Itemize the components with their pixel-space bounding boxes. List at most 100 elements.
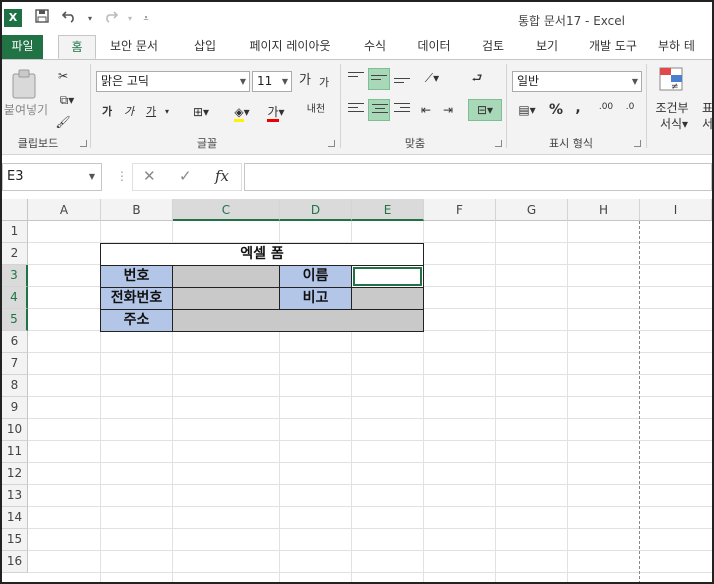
column-header-b[interactable]: B [101, 199, 173, 221]
increase-indent-icon[interactable]: ⇥ [438, 100, 458, 120]
underline-dropdown-icon[interactable]: ▾ [162, 102, 172, 122]
number-label-cell[interactable]: 번호 [100, 265, 173, 288]
tab-load-test[interactable]: 부하 테 [658, 35, 712, 59]
row-header-15[interactable]: 15 [2, 529, 28, 551]
tab-data[interactable]: 데이터 [408, 35, 460, 59]
font-size-combo[interactable]: 11 ▼ [252, 71, 292, 92]
customize-quick-access-icon[interactable]: ⩡ [136, 9, 156, 29]
tab-review[interactable]: 검토 [472, 35, 514, 59]
row-header-13[interactable]: 13 [2, 485, 28, 507]
cancel-icon[interactable]: ✕ [143, 167, 156, 185]
tab-file[interactable]: 파일 [2, 35, 43, 59]
note-input-cell[interactable] [351, 287, 424, 310]
phone-input-cell[interactable] [172, 287, 280, 310]
align-top-icon[interactable] [346, 68, 366, 88]
row-header-6[interactable]: 6 [2, 331, 28, 353]
fill-color-icon[interactable]: ◈▾ [226, 102, 258, 122]
clipboard-launcher-icon[interactable] [80, 140, 87, 147]
form-title-cell[interactable]: 엑셀 폼 [100, 243, 424, 266]
font-color-button[interactable]: 가▾ [260, 102, 292, 122]
tab-view[interactable]: 보기 [526, 35, 568, 59]
borders-icon[interactable]: ⊞▾ [186, 102, 216, 122]
font-name-combo[interactable]: 맑은 고딕 ▼ [96, 71, 250, 92]
row-header-10[interactable]: 10 [2, 419, 28, 441]
row-header-12[interactable]: 12 [2, 463, 28, 485]
tab-formulas[interactable]: 수식 [354, 35, 396, 59]
name-input-cell-active[interactable] [353, 267, 422, 286]
tab-home[interactable]: 홈 [58, 35, 96, 59]
row-header-9[interactable]: 9 [2, 397, 28, 419]
insert-function-icon[interactable]: fx [215, 167, 229, 185]
formula-input[interactable] [244, 163, 712, 191]
row-header-8[interactable]: 8 [2, 375, 28, 397]
conditional-format-line2[interactable]: 서식▾ [652, 114, 696, 134]
row-header-2[interactable]: 2 [2, 243, 28, 265]
enter-icon[interactable]: ✓ [179, 167, 192, 185]
column-header-i[interactable]: I [640, 199, 712, 221]
conditional-format-icon[interactable]: ≠ [658, 66, 686, 94]
select-all-corner[interactable] [2, 199, 28, 221]
shrink-font-button[interactable]: 가 [316, 73, 332, 93]
row-header-3[interactable]: 3 [2, 265, 28, 287]
row-header-5[interactable]: 5 [2, 309, 28, 331]
paste-button[interactable]: 붙여넣기 [2, 100, 50, 120]
column-header-e[interactable]: E [352, 199, 424, 221]
align-bottom-icon[interactable] [392, 68, 412, 88]
orientation-icon[interactable]: ⟋▾ [418, 68, 446, 88]
percent-button[interactable]: % [546, 100, 566, 120]
cut-icon[interactable]: ✂ [52, 66, 74, 86]
name-label-cell[interactable]: 이름 [279, 265, 352, 288]
note-label-cell[interactable]: 비고 [279, 287, 352, 310]
format-painter-icon[interactable]: 🖌 [52, 112, 74, 132]
column-header-d[interactable]: D [280, 199, 352, 221]
address-input-cell[interactable] [172, 309, 424, 332]
row-header-1[interactable]: 1 [2, 221, 28, 243]
number-input-cell[interactable] [172, 265, 280, 288]
align-left-icon[interactable] [346, 100, 366, 120]
row-header-14[interactable]: 14 [2, 507, 28, 529]
font-launcher-icon[interactable] [328, 140, 335, 147]
redo-icon[interactable] [100, 9, 120, 29]
align-right-icon[interactable] [392, 100, 412, 120]
align-middle-icon[interactable] [368, 68, 390, 90]
underline-button[interactable]: 가 [142, 102, 160, 122]
increase-decimal-button[interactable]: .00 [596, 100, 616, 120]
column-header-c[interactable]: C [173, 199, 280, 221]
bold-button[interactable]: 가 [98, 102, 116, 122]
undo-dropdown-icon[interactable]: ▾ [80, 9, 100, 29]
undo-icon[interactable] [60, 9, 80, 29]
tab-developer[interactable]: 개발 도구 [580, 35, 646, 59]
alignment-launcher-icon[interactable] [495, 140, 502, 147]
phone-label-cell[interactable]: 전화번호 [100, 287, 173, 310]
comma-button[interactable]: , [570, 98, 586, 118]
phonetic-button[interactable]: 내천 [302, 100, 330, 120]
merge-center-icon[interactable]: ⊟▾ [468, 99, 502, 121]
row-header-4[interactable]: 4 [2, 287, 28, 309]
column-header-g[interactable]: G [496, 199, 568, 221]
format-as-table-line2[interactable]: 서식 [702, 114, 712, 134]
address-label-cell[interactable]: 주소 [100, 309, 173, 332]
grow-font-button[interactable]: 가 [296, 71, 314, 91]
tab-security-document[interactable]: 보안 문서 [98, 35, 170, 59]
number-format-combo[interactable]: 일반 ▼ [512, 71, 642, 92]
column-header-f[interactable]: F [424, 199, 496, 221]
name-box[interactable]: E3 ▼ [2, 163, 102, 191]
wrap-text-icon[interactable]: ⮐ [466, 68, 488, 88]
paste-icon[interactable] [10, 68, 40, 100]
number-launcher-icon[interactable] [634, 140, 641, 147]
row-header-16[interactable]: 16 [2, 551, 28, 573]
worksheet-grid[interactable]: A B C D E F G H I 1 2 3 4 5 6 7 8 9 10 1… [2, 199, 712, 582]
italic-button[interactable]: 가 [120, 102, 138, 122]
tab-page-layout[interactable]: 페이지 레이아웃 [238, 35, 342, 59]
row-header-11[interactable]: 11 [2, 441, 28, 463]
tab-insert[interactable]: 삽입 [184, 35, 226, 59]
column-header-h[interactable]: H [568, 199, 640, 221]
decrease-indent-icon[interactable]: ⇤ [416, 100, 436, 120]
column-header-a[interactable]: A [28, 199, 101, 221]
decrease-decimal-button[interactable]: .0 [620, 100, 640, 120]
save-icon[interactable] [32, 9, 52, 29]
accounting-format-icon[interactable]: ▤▾ [512, 100, 542, 120]
row-header-7[interactable]: 7 [2, 353, 28, 375]
copy-icon[interactable]: ⧉▾ [52, 90, 82, 110]
align-center-icon[interactable] [368, 99, 390, 121]
